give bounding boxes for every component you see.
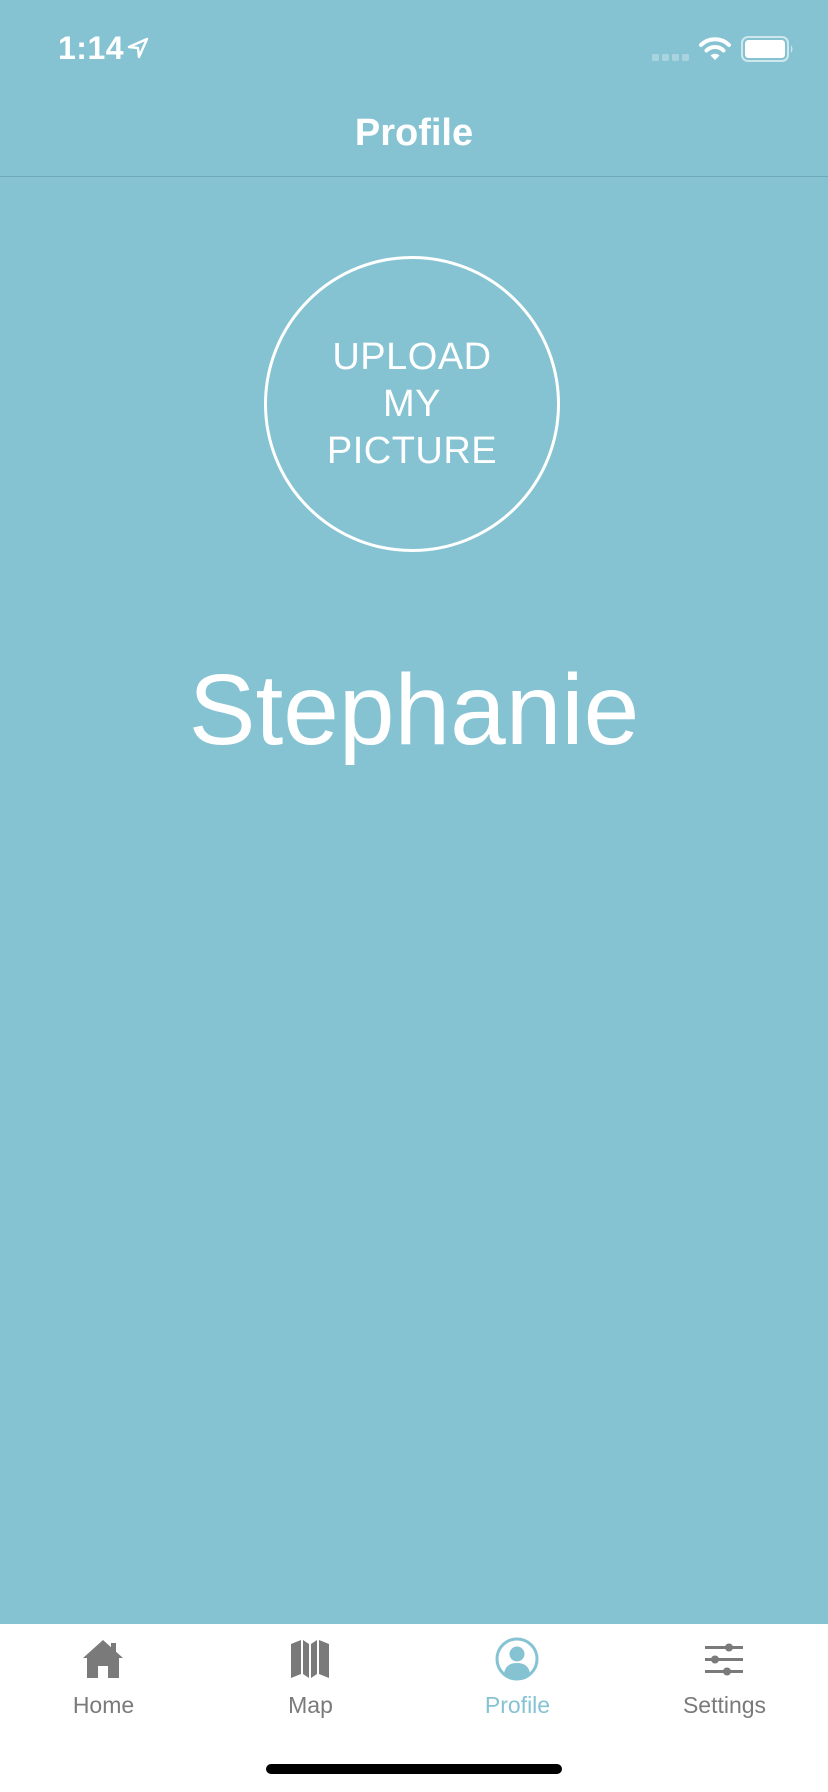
wifi-icon bbox=[699, 37, 731, 60]
tab-profile-label: Profile bbox=[484, 1692, 551, 1718]
home-icon bbox=[83, 1640, 123, 1678]
location-arrow-icon bbox=[127, 37, 149, 59]
settings-icon bbox=[705, 1643, 743, 1676]
profile-name: Stephanie bbox=[188, 654, 640, 766]
home-indicator[interactable] bbox=[266, 1764, 562, 1774]
tab-home-label: Home bbox=[72, 1692, 135, 1718]
tab-map[interactable]: Map bbox=[207, 1624, 414, 1734]
tab-map-label: Map bbox=[288, 1692, 333, 1718]
tab-home[interactable]: Home bbox=[0, 1624, 207, 1734]
map-icon bbox=[291, 1640, 329, 1678]
status-bar: 1:14 bbox=[0, 0, 828, 100]
tab-settings-label: Settings bbox=[682, 1692, 767, 1718]
tab-profile[interactable]: Profile bbox=[414, 1624, 621, 1734]
profile-icon bbox=[495, 1637, 539, 1681]
cellular-signal-icon bbox=[652, 54, 689, 61]
tab-settings[interactable]: Settings bbox=[621, 1624, 828, 1734]
upload-picture-button[interactable]: UPLOAD MY PICTURE bbox=[264, 256, 560, 552]
status-time: 1:14 bbox=[58, 30, 125, 66]
battery-icon bbox=[741, 36, 793, 62]
navigation-bar: Profile bbox=[0, 100, 828, 177]
profile-screen: 1:14 Profile UPLOAD MY PICTURE Stephanie bbox=[0, 0, 828, 1792]
page-title: Profile bbox=[354, 112, 474, 154]
upload-picture-label: UPLOAD MY PICTURE bbox=[326, 335, 498, 472]
